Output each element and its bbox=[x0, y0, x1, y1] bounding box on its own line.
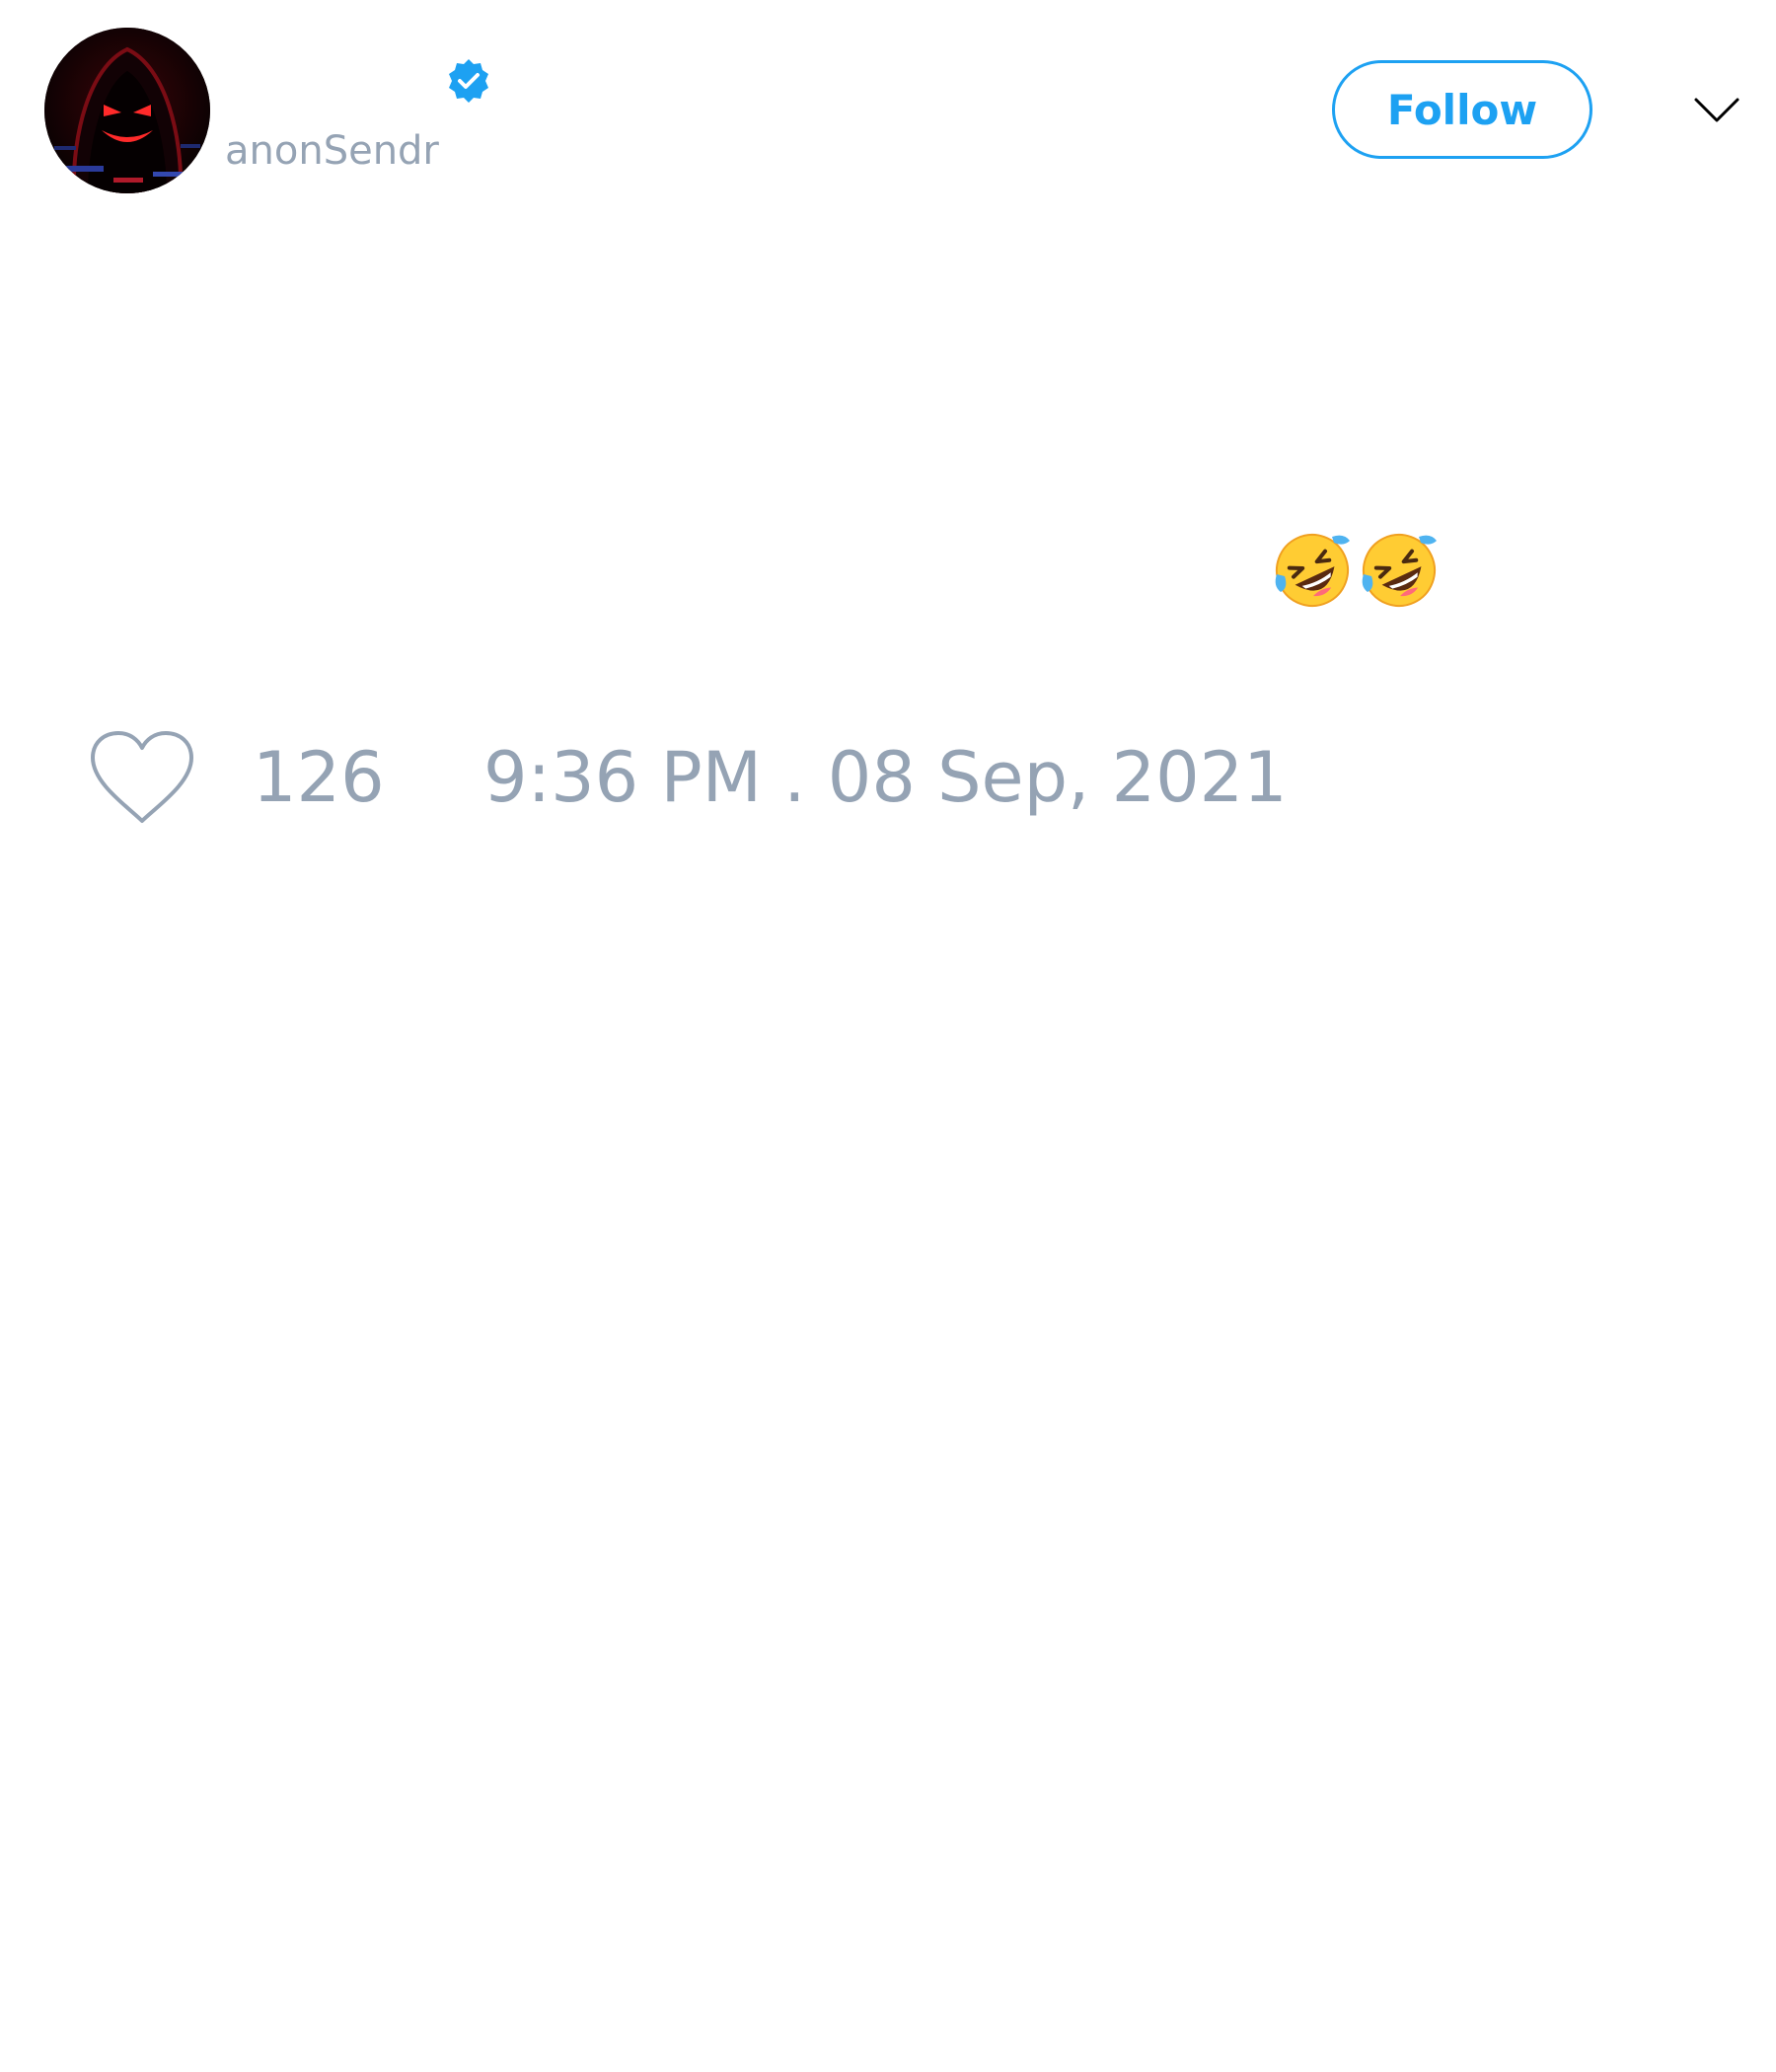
heart-icon[interactable] bbox=[89, 730, 195, 825]
rolling-on-floor-laughing-emoji-icon bbox=[1275, 534, 1350, 607]
tweet-text bbox=[1273, 531, 1439, 614]
user-handle[interactable]: anonSendr bbox=[225, 124, 439, 178]
rolling-on-floor-laughing-emoji-icon bbox=[1362, 534, 1437, 607]
follow-button[interactable]: Follow bbox=[1332, 60, 1592, 159]
avatar[interactable] bbox=[44, 28, 210, 193]
verified-badge-icon bbox=[449, 59, 488, 103]
like-count: 126 bbox=[253, 737, 385, 818]
chevron-down-icon[interactable] bbox=[1693, 95, 1740, 126]
hooded-figure-avatar-icon bbox=[44, 28, 210, 193]
tweet-timestamp[interactable]: 9:36 PM . 08 Sep, 2021 bbox=[483, 738, 1288, 817]
follow-button-label: Follow bbox=[1386, 85, 1538, 134]
